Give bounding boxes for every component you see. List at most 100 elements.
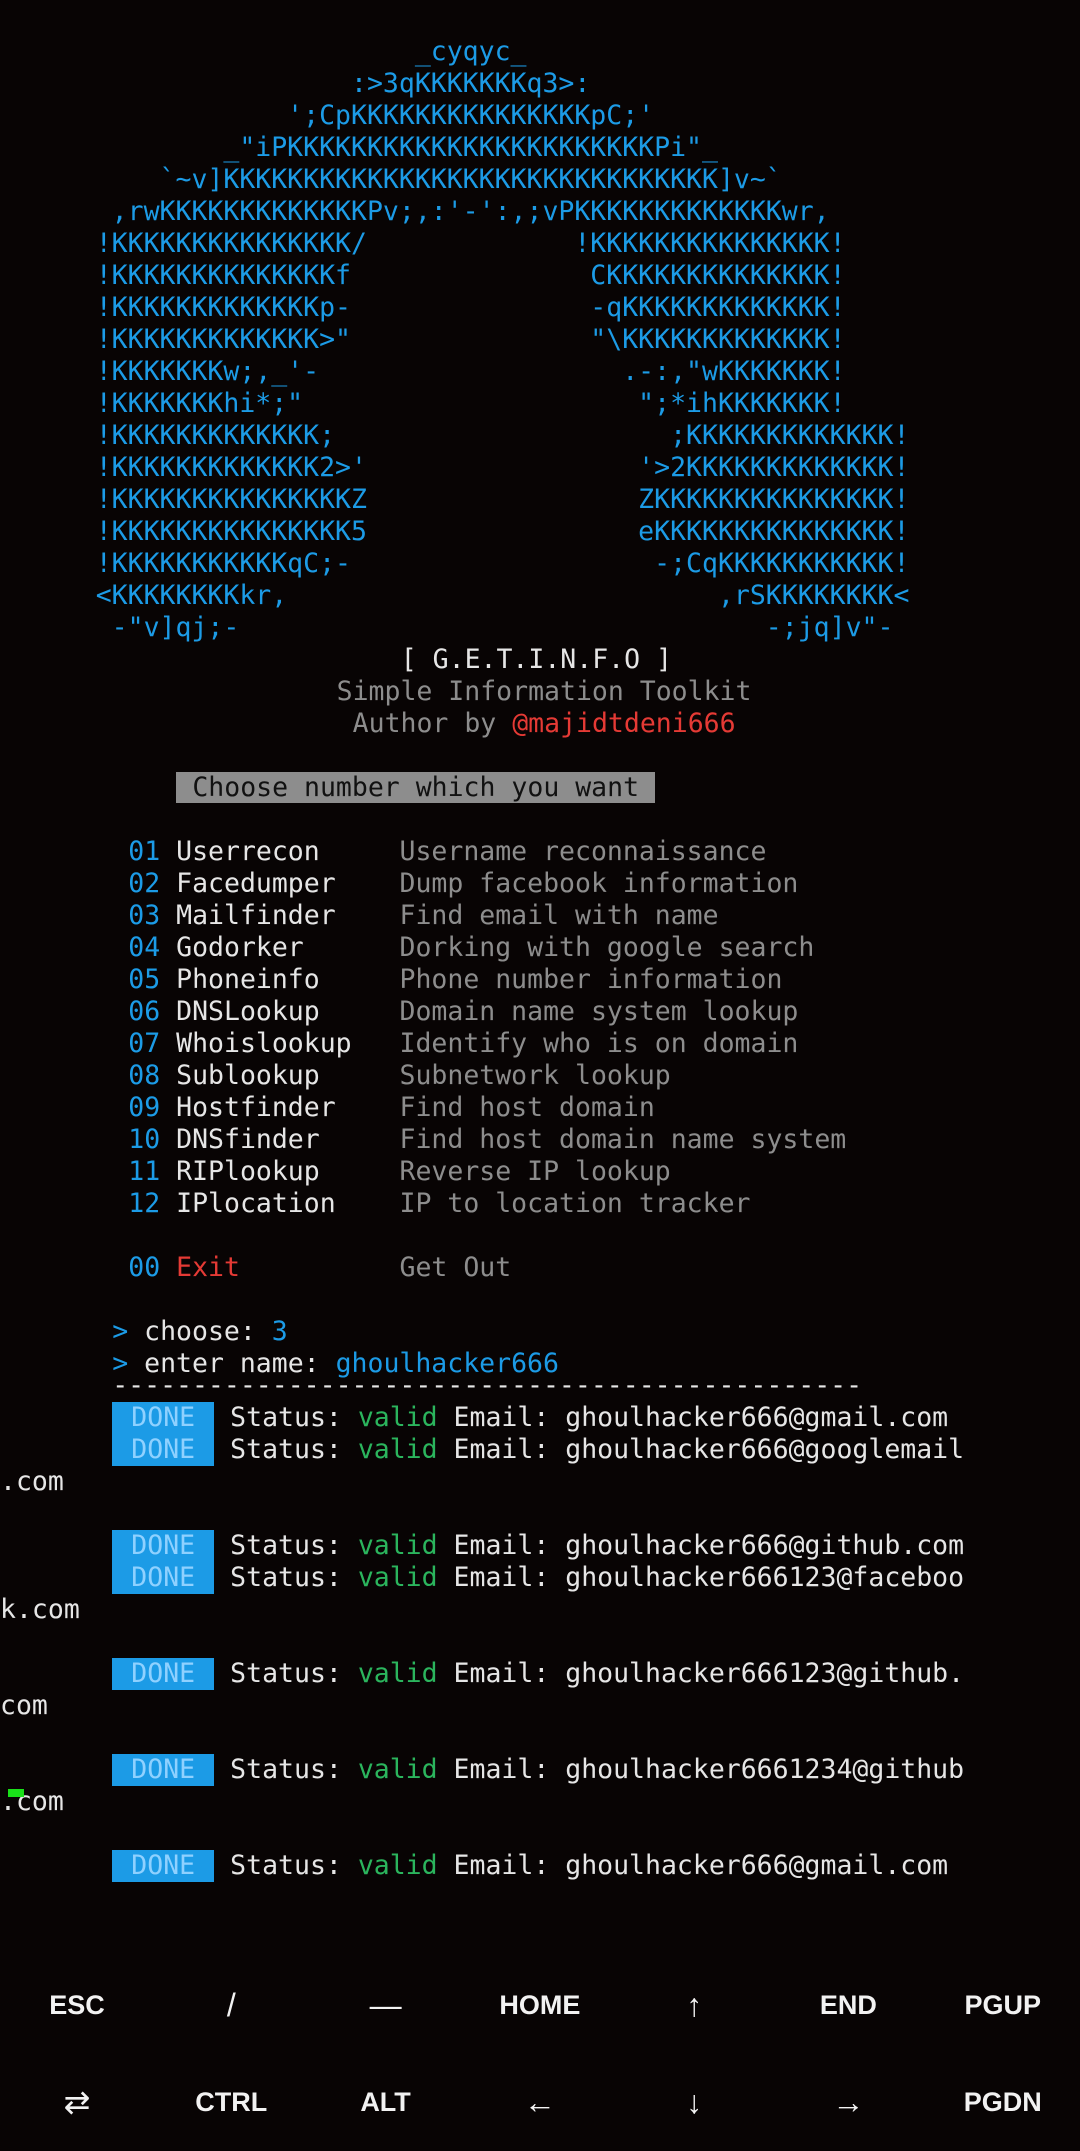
menu-item[interactable]: 02 Facedumper Dump facebook information [128,868,798,900]
menu-item-name: Hostfinder [176,1092,400,1123]
email-label: Email: [437,1562,566,1593]
author-handle: @majidtdeni666 [512,708,736,739]
page-down-key[interactable]: PGDN [926,2057,1080,2147]
menu-item-name: Godorker [176,932,400,963]
menu-item-gap [160,1252,176,1283]
menu-item-gap [160,1028,176,1059]
status-value: valid [357,1530,438,1561]
choose-label: choose: [144,1316,272,1347]
menu-item-description: Get Out [399,1252,512,1283]
arrow-right-key[interactable]: → [771,2057,925,2147]
result-row: DONE Status: valid Email: ghoulhacker666… [112,1434,964,1466]
done-badge: DONE [112,1434,215,1466]
menu-item-number: 04 [128,932,161,963]
alt-key[interactable]: ALT [309,2057,463,2147]
menu-item-description: Reverse IP lookup [399,1156,671,1187]
banner-art-line: ,rwKKKKKKKKKKKKKPv;,:'-':,;vPKKKKKKKKKKK… [0,196,830,227]
menu-item-gap [160,836,176,867]
menu-item-name: Phoneinfo [176,964,400,995]
done-badge: DONE [112,1562,215,1594]
switch-keyboard-icon[interactable]: ⇄ [0,2057,154,2147]
menu-item-number: 05 [128,964,161,995]
result-gap [214,1530,230,1561]
menu-item-description: Dorking with google search [399,932,815,963]
menu-item-number: 11 [128,1156,161,1187]
menu-item-gap [160,932,176,963]
menu-item-name: RIPlookup [176,1156,400,1187]
menu-item[interactable]: 03 Mailfinder Find email with name [128,900,718,932]
menu-item-description: Username reconnaissance [399,836,767,867]
home-key[interactable]: HOME [463,1960,617,2050]
result-gap [214,1562,230,1593]
email-value: ghoulhacker666@googlemail [565,1434,965,1465]
menu-item-number: 07 [128,1028,161,1059]
result-row: DONE Status: valid Email: ghoulhacker666… [112,1402,948,1434]
menu-item-gap [160,1092,176,1123]
status-value: valid [357,1402,438,1433]
esc-key[interactable]: ESC [0,1960,154,2050]
email-value: ghoulhacker666123@faceboo [565,1562,965,1593]
banner-art-line: !KKKKKKKhi*;" ";*ihKKKKKKK! [0,388,846,419]
menu-item[interactable]: 12 IPlocation IP to location tracker [128,1188,750,1220]
menu-item-description: Phone number information [399,964,783,995]
menu-item-number: 08 [128,1060,161,1091]
arrow-down-key[interactable]: ↓ [617,2057,771,2147]
ctrl-key[interactable]: CTRL [154,2057,308,2147]
banner-art-line: <KKKKKKKKkr, ,rSKKKKKKKK< [0,580,910,611]
page-up-key[interactable]: PGUP [926,1960,1080,2050]
status-label: Status: [230,1754,358,1785]
menu-item[interactable]: 04 Godorker Dorking with google search [128,932,814,964]
menu-item[interactable]: 07 Whoislookup Identify who is on domain [128,1028,798,1060]
dash-key[interactable]: — [309,1960,463,2050]
menu-item-name: IPlocation [176,1188,400,1219]
end-key[interactable]: END [771,1960,925,2050]
banner-art-line: !KKKKKKKKKKKKKKKZ ZKKKKKKKKKKKKKKK! [0,484,910,515]
arrow-up-key[interactable]: ↑ [617,1960,771,2050]
email-wrap: k.com [0,1594,80,1625]
slash-key[interactable]: / [154,1960,308,2050]
menu-item-exit[interactable]: 00 Exit Get Out [128,1252,511,1284]
menu-item-number: 03 [128,900,161,931]
menu-item[interactable]: 06 DNSLookup Domain name system lookup [128,996,798,1028]
result-gap [214,1658,230,1689]
banner-art-line: !KKKKKKKKKKKKKp- -qKKKKKKKKKKKKK! [0,292,846,323]
choose-value: 3 [271,1316,288,1347]
banner-art-line: !KKKKKKKKKKKKKKK5 eKKKKKKKKKKKKKKK! [0,516,910,547]
menu-item[interactable]: 01 Userrecon Username reconnaissance [128,836,766,868]
menu-item-gap [160,1124,176,1155]
banner-art-line: `~v]KKKKKKKKKKKKKKKKKKKKKKKKKKKKKKK]v~` [0,164,782,195]
menu-item-description: Find host domain [399,1092,655,1123]
arrow-left-key[interactable]: ← [463,2057,617,2147]
banner-art-line: _"iPKKKKKKKKKKKKKKKKKKKKKKKPi"_ [0,132,718,163]
banner-title: [ G.E.T.I.N.F.O ] [400,644,672,675]
menu-item-number: 06 [128,996,161,1027]
banner-art-line: !KKKKKKKw;,_'- .-:,"wKKKKKKK! [0,356,846,387]
menu-item-name: Sublookup [176,1060,400,1091]
menu-item-name: Facedumper [176,868,400,899]
menu-item[interactable]: 11 RIPlookup Reverse IP lookup [128,1156,671,1188]
banner-art-line: ';CpKKKKKKKKKKKKKKKpC;' [0,100,655,131]
email-label: Email: [437,1754,566,1785]
status-label: Status: [230,1530,358,1561]
email-label: Email: [437,1402,566,1433]
done-badge: DONE [112,1402,215,1434]
menu-item[interactable]: 05 Phoneinfo Phone number information [128,964,782,996]
menu-item[interactable]: 08 Sublookup Subnetwork lookup [128,1060,671,1092]
menu-item[interactable]: 10 DNSfinder Find host domain name syste… [128,1124,846,1156]
menu-item-name: Mailfinder [176,900,400,931]
result-row: DONE Status: valid Email: ghoulhacker666… [112,1562,964,1594]
terminal-output[interactable]: _cyqyc_ :>3qKKKKKKKq3>: ';CpKKKKKKKKKKKK… [0,0,1080,1960]
email-value: ghoulhacker666@gmail.com [565,1402,949,1433]
done-badge: DONE [112,1754,215,1786]
menu-item[interactable]: 09 Hostfinder Find host domain [128,1092,655,1124]
result-row: DONE Status: valid Email: ghoulhacker666… [112,1658,964,1690]
menu-item-description: IP to location tracker [399,1188,751,1219]
email-label: Email: [437,1530,566,1561]
menu-item-description: Domain name system lookup [399,996,799,1027]
banner-art-line: !KKKKKKKKKKKKKKf CKKKKKKKKKKKKKK! [0,260,846,291]
menu-item-number: 12 [128,1188,161,1219]
status-label: Status: [230,1658,358,1689]
done-badge: DONE [112,1850,215,1882]
menu-header-label: Choose number which you want [176,772,656,803]
email-label: Email: [437,1434,566,1465]
